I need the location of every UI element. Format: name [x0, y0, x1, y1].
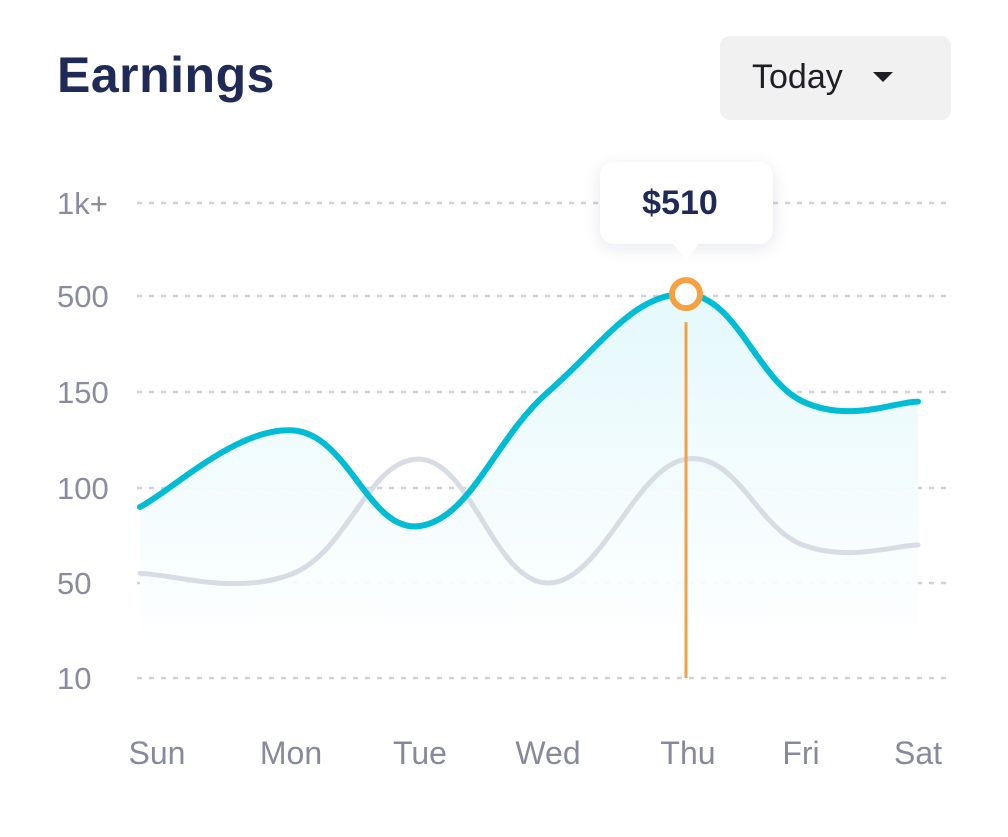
y-tick-label: 50	[57, 566, 91, 601]
x-tick-label: Thu	[660, 735, 715, 771]
y-tick-label: 150	[57, 375, 109, 410]
x-tick-label: Mon	[260, 735, 322, 771]
value-tooltip: $510	[600, 162, 773, 260]
x-tick-label: Fri	[782, 735, 819, 771]
x-tick-label: Sat	[894, 735, 942, 771]
x-tick-label: Tue	[393, 735, 447, 771]
tooltip-pointer	[672, 243, 700, 260]
tooltip-value: $510	[642, 184, 718, 222]
x-tick-label: Wed	[515, 735, 580, 771]
y-tick-label: 500	[57, 279, 109, 314]
earnings-card: Earnings Today 10 50 100 150 500 1k+ Sun Mon Tu…	[0, 0, 1008, 837]
x-tick-label: Sun	[129, 735, 186, 771]
y-tick-label: 1k+	[57, 186, 108, 221]
y-tick-label: 10	[57, 661, 91, 696]
y-tick-label: 100	[57, 471, 109, 506]
earnings-area-fill	[140, 294, 918, 650]
earnings-chart: 10 50 100 150 500 1k+ Sun Mon Tue Wed Thu Fri Sat $…	[57, 162, 946, 771]
highlight-point-marker[interactable]	[669, 277, 703, 312]
